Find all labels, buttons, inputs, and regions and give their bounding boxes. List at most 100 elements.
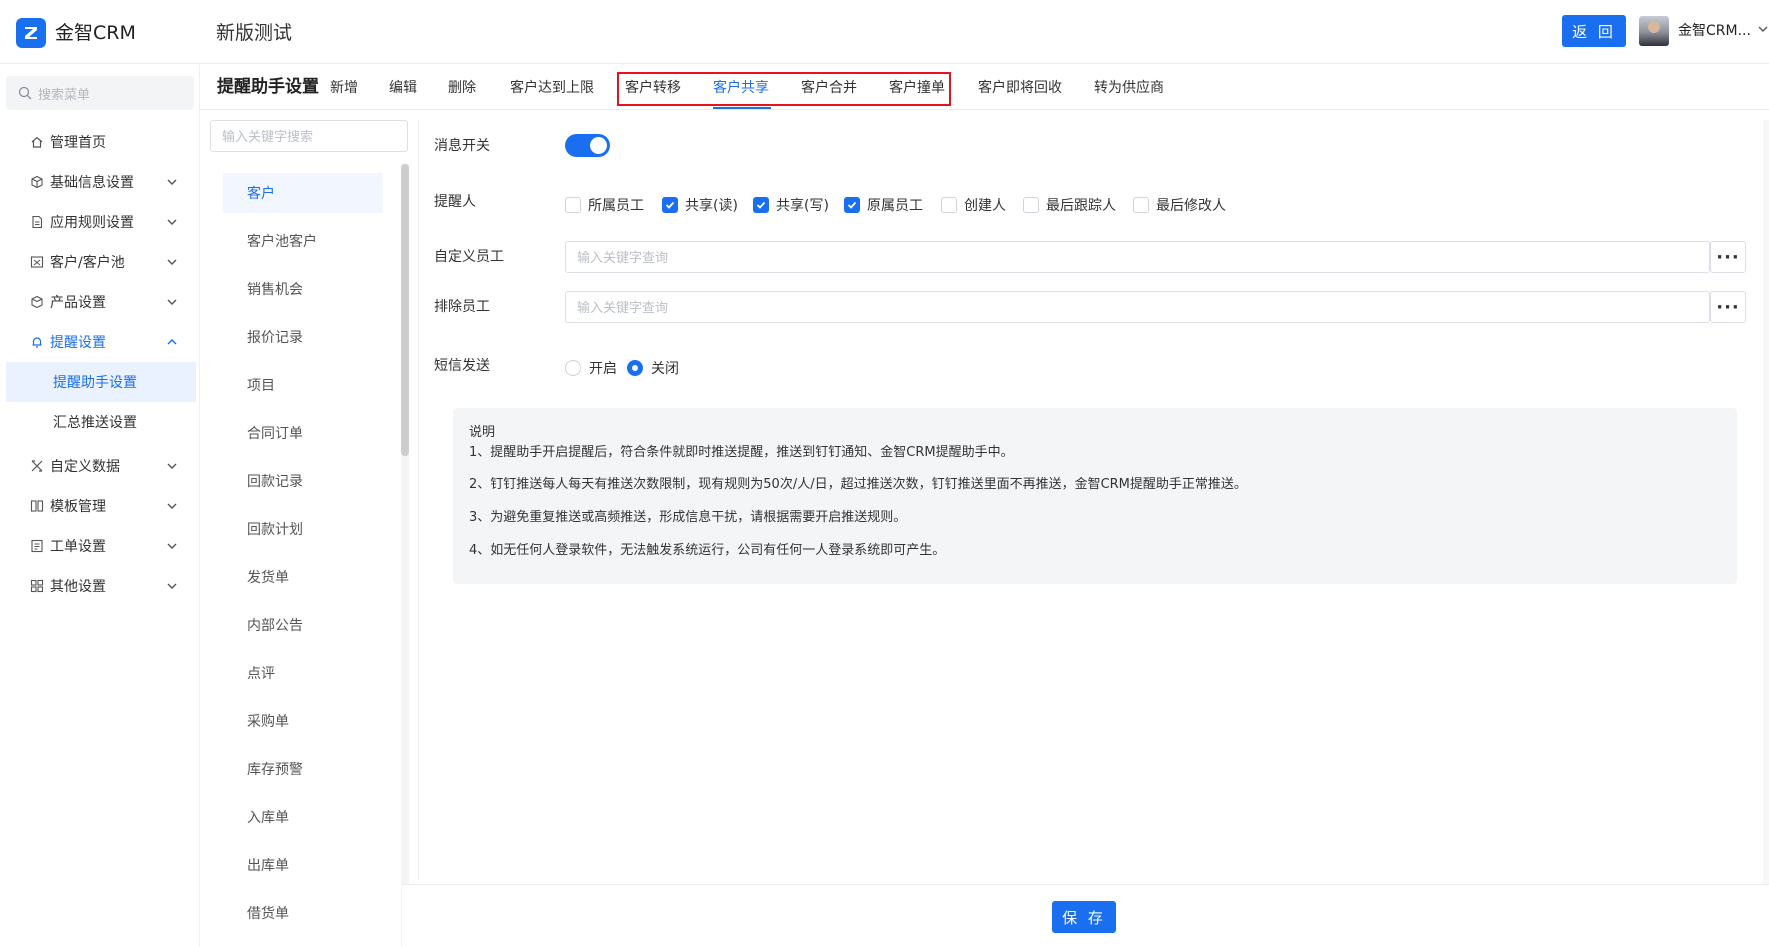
module-item[interactable]: 回款计划 [223,509,383,549]
checkbox[interactable] [1023,197,1039,213]
sidebar-item-customers[interactable]: 客户/客户池 [0,242,200,282]
sidebar-item-label: 自定义数据 [50,459,120,475]
sidebar-subitem-reminder-assistant[interactable]: 提醒助手设置 [6,362,196,402]
bell-icon [29,334,45,350]
more-icon[interactable]: ··· [1710,241,1746,273]
tab-bar: 提醒助手设置 新增 编辑 删除 客户达到上限 客户转移 客户共享 客户合并 客户… [200,64,1769,110]
user-name[interactable]: 金智CRM... [1678,16,1751,46]
back-button[interactable]: 返 回 [1562,15,1626,47]
chevron-up-icon [166,336,178,348]
settings-form: 消息开关 提醒人 所属员工 共享(读) 共享(写) 原属员工 创建人 最后跟踪人… [418,120,1769,880]
radio-button[interactable] [565,360,581,376]
ticket-icon [29,538,45,554]
sms-radio-on[interactable]: 开启 [565,358,617,378]
customer-icon [29,254,45,270]
cube-icon [29,174,45,190]
sidebar-item-label: 其他设置 [50,579,106,595]
check-icon[interactable] [844,197,860,213]
module-item[interactable]: 客户池客户 [223,221,383,261]
instructions-line: 1、提醒助手开启提醒后，符合条件就即时推送提醒，推送到钉钉通知、金智CRM提醒助… [469,445,1014,460]
chevron-down-icon [166,296,178,308]
chevron-down-icon [166,256,178,268]
sidebar-item-label: 管理首页 [50,135,106,151]
tab-customer-conflict[interactable]: 客户撞单 [889,78,945,98]
custom-staff-label: 自定义员工 [434,249,504,265]
tab-customer-share[interactable]: 客户共享 [713,78,769,98]
sms-radio-off[interactable]: 关闭 [627,358,679,378]
module-item[interactable]: 内部公告 [223,605,383,645]
reminder-checkbox-owner[interactable]: 所属员工 [565,195,644,215]
check-icon[interactable] [662,197,678,213]
sidebar-item-label: 基础信息设置 [50,175,134,191]
sidebar-item-tickets[interactable]: 工单设置 [0,526,200,566]
module-item[interactable]: 报价记录 [223,317,383,357]
sidebar-item-products[interactable]: 产品设置 [0,282,200,322]
tab-add[interactable]: 新增 [330,78,358,98]
checkbox[interactable] [941,197,957,213]
module-item[interactable]: 库存预警 [223,749,383,789]
sidebar-item-app-rules[interactable]: 应用规则设置 [0,202,200,242]
checkbox[interactable] [565,197,581,213]
sidebar-item-templates[interactable]: 模板管理 [0,486,200,526]
brand-name: 金智CRM [55,22,136,44]
chevron-down-icon [166,176,178,188]
menu-search[interactable]: 搜索菜单 [6,76,194,110]
module-search-input[interactable] [210,120,408,152]
checkbox-label: 最后跟踪人 [1046,198,1116,214]
message-switch-label: 消息开关 [434,138,490,154]
sidebar-item-reminders[interactable]: 提醒设置 [0,322,200,362]
tab-customer-merge[interactable]: 客户合并 [801,78,857,98]
module-item[interactable]: 入库单 [223,797,383,837]
chevron-down-icon [166,580,178,592]
module-item[interactable]: 发货单 [223,557,383,597]
tab-customer-transfer[interactable]: 客户转移 [625,78,681,98]
module-item[interactable]: 出库单 [223,845,383,885]
page-scrollbar-track[interactable] [1763,120,1769,947]
reminder-checkbox-last-tracker[interactable]: 最后跟踪人 [1023,195,1116,215]
message-switch-toggle[interactable] [565,134,610,157]
sidebar-item-home[interactable]: 管理首页 [0,122,200,162]
sidebar: 搜索菜单 管理首页 基础信息设置 应用规则设置 客户/客户池 产品设置 提醒设置… [0,64,200,947]
module-item[interactable]: 采购单 [223,701,383,741]
instructions-line: 4、如无任何人登录软件，无法触发系统运行，公司有任何一人登录系统即可产生。 [469,543,946,558]
avatar[interactable] [1639,16,1669,46]
reminder-checkbox-creator[interactable]: 创建人 [941,195,1006,215]
save-button[interactable]: 保 存 [1052,901,1116,933]
tab-to-supplier[interactable]: 转为供应商 [1094,78,1164,98]
sidebar-item-basic-info[interactable]: 基础信息设置 [0,162,200,202]
module-item[interactable]: 点评 [223,653,383,693]
module-item[interactable]: 回款记录 [223,461,383,501]
reminder-checkbox-original-owner[interactable]: 原属员工 [844,195,923,215]
tab-delete[interactable]: 删除 [448,78,476,98]
reminder-checkbox-last-modifier[interactable]: 最后修改人 [1133,195,1226,215]
module-item[interactable]: 销售机会 [223,269,383,309]
custom-staff-input[interactable] [565,241,1710,273]
sidebar-item-label: 提醒设置 [50,335,106,351]
module-item[interactable]: 合同订单 [223,413,383,453]
tab-edit[interactable]: 编辑 [389,78,417,98]
module-item[interactable]: 借货单 [223,893,383,933]
module-item[interactable]: 项目 [223,365,383,405]
tab-customer-recycle[interactable]: 客户即将回收 [978,78,1062,98]
module-item-customer[interactable]: 客户 [223,173,383,213]
page-title: 提醒助手设置 [217,77,319,97]
search-icon [18,86,32,100]
tab-customer-limit[interactable]: 客户达到上限 [510,78,594,98]
reminder-checkbox-share-read[interactable]: 共享(读) [662,195,738,215]
instructions-title: 说明 [469,425,496,440]
chevron-down-icon[interactable] [1758,24,1768,34]
check-icon[interactable] [753,197,769,213]
instructions-line: 2、钉钉推送每人每天有推送次数限制，现有规则为50次/人/日，超过推送次数，钉钉… [469,477,1247,492]
sidebar-item-label: 产品设置 [50,295,106,311]
sidebar-subitem-summary-push[interactable]: 汇总推送设置 [6,402,196,442]
template-icon [29,498,45,514]
grid-icon [29,578,45,594]
radio-button[interactable] [627,360,643,376]
exclude-staff-input[interactable] [565,291,1710,323]
checkbox[interactable] [1133,197,1149,213]
reminder-checkbox-share-write[interactable]: 共享(写) [753,195,829,215]
more-icon[interactable]: ··· [1710,291,1746,323]
module-scrollbar-thumb[interactable] [401,164,409,456]
sidebar-item-custom-data[interactable]: 自定义数据 [0,446,200,486]
sidebar-item-other[interactable]: 其他设置 [0,566,200,606]
